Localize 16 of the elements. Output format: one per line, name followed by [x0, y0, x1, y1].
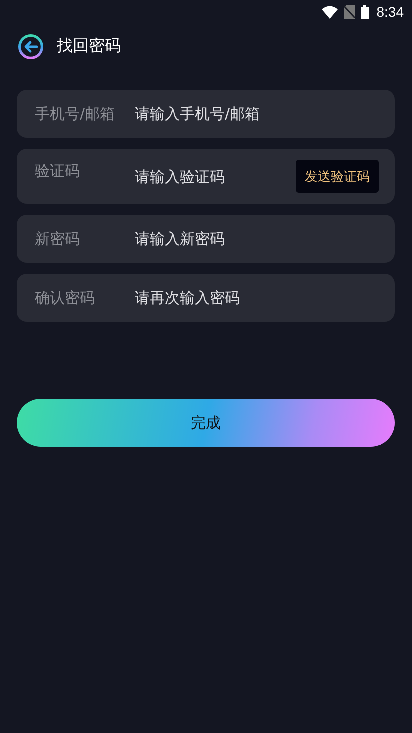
- field-label: 确认密码: [35, 288, 96, 308]
- field-label: 手机号/邮箱: [35, 104, 116, 124]
- field-label: 验证码: [35, 162, 81, 181]
- input-field[interactable]: 请再次输入密码: [135, 289, 378, 307]
- wifi-icon: [322, 6, 338, 18]
- send-code-button[interactable]: 发送验证码: [296, 160, 379, 193]
- submit-button[interactable]: 完成: [17, 399, 395, 447]
- input-field[interactable]: 请输入新密码: [135, 230, 378, 248]
- no-sim-icon: [344, 5, 355, 19]
- field-label: 新密码: [35, 230, 81, 248]
- battery-icon: [360, 5, 369, 19]
- input-field[interactable]: 请输入手机号/邮箱: [135, 105, 378, 123]
- status-time: 8:34: [376, 4, 404, 20]
- page-title: 找回密码: [57, 36, 121, 57]
- input-field[interactable]: 请输入验证码: [135, 168, 296, 186]
- back-icon[interactable]: [18, 34, 44, 60]
